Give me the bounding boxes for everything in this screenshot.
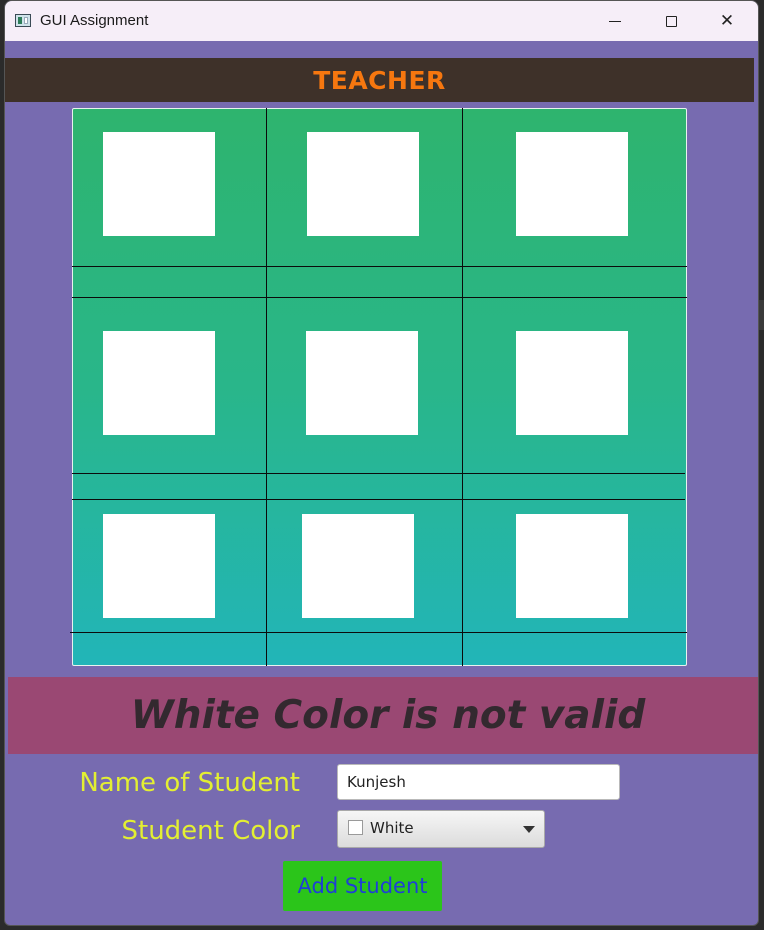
app-window: GUI Assignment ✕ TEACHER White Color is …	[4, 0, 759, 926]
maximize-button[interactable]	[643, 1, 699, 41]
grid-cell-r1c3[interactable]	[516, 132, 628, 236]
grid-cell-r2c3[interactable]	[516, 331, 628, 435]
grid-cell-r3c3[interactable]	[516, 514, 628, 618]
color-swatch	[348, 820, 363, 835]
grid-line-vertical	[462, 108, 463, 666]
grid-line-horizontal	[72, 499, 685, 500]
grid-cell-r2c1[interactable]	[103, 331, 215, 435]
grid-cell-r1c2[interactable]	[307, 132, 419, 236]
grid-cell-r3c2[interactable]	[302, 514, 414, 618]
student-color-select[interactable]: White	[337, 810, 545, 848]
grid-line-horizontal	[72, 266, 687, 267]
grid-panel	[70, 108, 687, 666]
color-label: Student Color	[121, 816, 301, 846]
close-button[interactable]: ✕	[699, 1, 755, 41]
add-student-button[interactable]: Add Student	[283, 861, 442, 911]
error-message: White Color is not valid	[130, 693, 646, 738]
window-title: GUI Assignment	[40, 12, 149, 29]
grid-line-vertical	[266, 108, 267, 666]
minimize-icon	[609, 20, 621, 22]
header-title: TEACHER	[313, 65, 446, 95]
student-name-input[interactable]	[337, 764, 620, 800]
header-bar: TEACHER	[5, 58, 754, 102]
name-label: Name of Student	[79, 768, 300, 798]
grid-line-horizontal	[70, 632, 687, 633]
grid-cell-r2c2[interactable]	[306, 331, 418, 435]
grid-line-horizontal	[72, 297, 687, 298]
app-icon	[15, 14, 31, 27]
maximize-icon	[665, 15, 677, 27]
error-message-bar: White Color is not valid	[8, 677, 758, 754]
grid-line-horizontal	[72, 473, 685, 474]
close-icon: ✕	[719, 11, 735, 31]
grid-cell-r3c1[interactable]	[103, 514, 215, 618]
color-select-value: White	[370, 819, 414, 837]
minimize-button[interactable]	[587, 1, 643, 41]
chevron-down-icon	[523, 826, 535, 833]
grid-cell-r1c1[interactable]	[103, 132, 215, 236]
title-bar: GUI Assignment ✕	[5, 1, 758, 41]
